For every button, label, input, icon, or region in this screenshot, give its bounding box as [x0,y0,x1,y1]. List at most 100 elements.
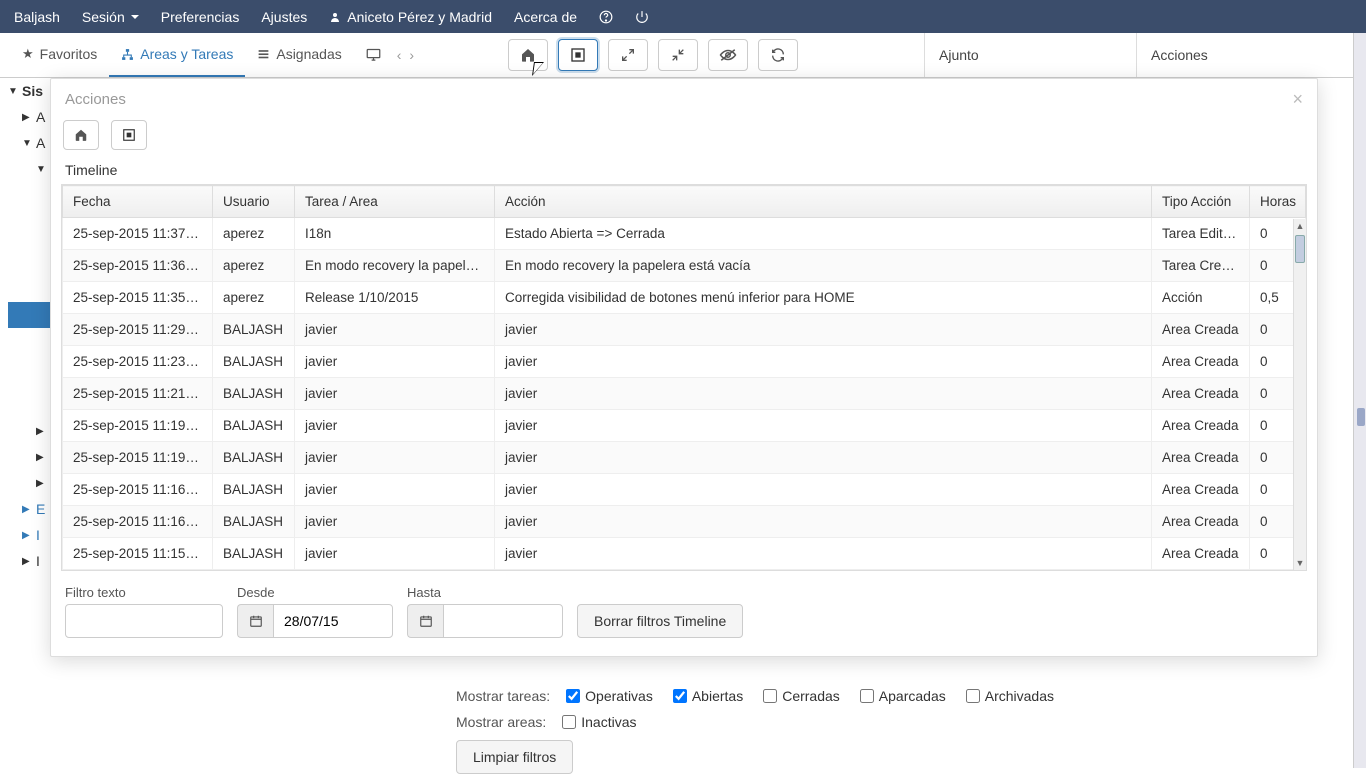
menu-about[interactable]: Acerca de [514,9,577,25]
cell-tarea: javier [295,346,495,378]
cell-fecha: 25-sep-2015 11:21:19 [63,378,213,410]
scroll-thumb[interactable] [1295,235,1305,263]
collapse-icon [670,47,686,63]
modal-title: Acciones [65,91,126,108]
power-icon[interactable] [635,10,649,24]
home-button[interactable] [508,39,548,71]
calendar-icon[interactable] [237,604,273,638]
expand-button[interactable] [608,39,648,71]
tab-areas-tareas-label: Areas y Tareas [140,46,233,62]
tree-node[interactable]: ▶A [8,104,52,130]
chk-operativas[interactable]: Operativas [566,688,653,704]
secondary-bar: ★ Favoritos Areas y Tareas Asignadas ‹ ›… [0,33,1366,78]
table-row[interactable]: 25-sep-2015 11:37:43aperezI18nEstado Abi… [63,218,1306,250]
table-row[interactable]: 25-sep-2015 11:36:49aperezEn modo recove… [63,250,1306,282]
chk-archivadas[interactable]: Archivadas [966,688,1054,704]
table-row[interactable]: 25-sep-2015 11:23:06BALJASHjavierjavierA… [63,346,1306,378]
menu-user[interactable]: Aniceto Pérez y Madrid [329,9,492,25]
table-row[interactable]: 25-sep-2015 11:16:51BALJASHjavierjavierA… [63,474,1306,506]
chk-aparcadas[interactable]: Aparcadas [860,688,946,704]
home-icon [74,128,88,142]
cell-tarea: javier [295,538,495,570]
tab-next-icon[interactable]: › [405,47,418,63]
layout-button[interactable] [558,39,598,71]
table-scrollbar[interactable]: ▲ ▼ [1293,219,1306,570]
cell-usuario: aperez [213,218,295,250]
expand-icon [620,47,636,63]
panel-adjunto-header[interactable]: Ajunto [924,33,1136,77]
cell-tipo: Area Creada [1152,442,1250,474]
tab-screen[interactable] [354,33,393,77]
modal-close-icon[interactable]: × [1292,89,1303,110]
cell-accion: Corregida visibilidad de botones menú in… [495,282,1152,314]
app-brand[interactable]: Baljash [14,9,60,25]
cell-usuario: BALJASH [213,314,295,346]
chk-abiertas[interactable]: Abiertas [673,688,743,704]
table-row[interactable]: 25-sep-2015 11:19:04BALJASHjavierjavierA… [63,442,1306,474]
th-fecha[interactable]: Fecha [63,186,213,218]
modal-home-button[interactable] [63,120,99,150]
tab-areas-tareas[interactable]: Areas y Tareas [109,33,245,77]
th-horas[interactable]: Horas [1250,186,1306,218]
window-scrollbar[interactable] [1353,33,1366,768]
help-icon[interactable] [599,10,613,24]
tree-node[interactable]: ▼ [8,156,52,182]
sitemap-icon [121,48,134,61]
table-row[interactable]: 25-sep-2015 11:15:30BALJASHjavierjavierA… [63,538,1306,570]
th-tipo[interactable]: Tipo Acción [1152,186,1250,218]
calendar-icon[interactable] [407,604,443,638]
filter-text-input[interactable] [65,604,223,638]
clear-filters-button[interactable]: Limpiar filtros [456,740,573,774]
modal-toolbar [51,116,1317,160]
chk-inactivas[interactable]: Inactivas [562,714,636,730]
main-toolbar [478,39,798,71]
star-icon: ★ [22,46,34,62]
panel-acciones-header[interactable]: Acciones [1136,33,1366,77]
th-usuario[interactable]: Usuario [213,186,295,218]
th-tarea[interactable]: Tarea / Area [295,186,495,218]
tabs: ★ Favoritos Areas y Tareas Asignadas ‹ › [10,33,418,77]
visibility-button[interactable] [708,39,748,71]
cell-usuario: BALJASH [213,378,295,410]
filter-from-input[interactable] [273,604,393,638]
tree-node[interactable]: ▶ [8,470,52,496]
tree-node-root[interactable]: ▼Sis [8,78,52,104]
table-row[interactable]: 25-sep-2015 11:29:26BALJASHjavierjavierA… [63,314,1306,346]
tree-fragment: ▼Sis ▶A ▼A ▼ ▶ ▶ ▶ ▶E ▶I ▶I [8,78,52,574]
tree-node[interactable]: ▶I [8,522,52,548]
tree-node[interactable]: ▶ [8,444,52,470]
tree-node[interactable]: ▶I [8,548,52,574]
cell-fecha: 25-sep-2015 11:36:49 [63,250,213,282]
table-row[interactable]: 25-sep-2015 11:16:24BALJASHjavierjavierA… [63,506,1306,538]
scroll-down-icon[interactable]: ▼ [1294,556,1306,570]
tree-node[interactable]: ▶E [8,496,52,522]
cell-accion: En modo recovery la papelera está vacía [495,250,1152,282]
collapse-button[interactable] [658,39,698,71]
cell-tarea: javier [295,442,495,474]
refresh-button[interactable] [758,39,798,71]
chk-cerradas[interactable]: Cerradas [763,688,840,704]
filter-to-input[interactable] [443,604,563,638]
modal-layout-button[interactable] [111,120,147,150]
menu-session[interactable]: Sesión [82,9,139,25]
tab-asignadas[interactable]: Asignadas [245,33,353,77]
cell-accion: javier [495,410,1152,442]
menu-settings[interactable]: Ajustes [261,9,307,25]
scroll-up-icon[interactable]: ▲ [1294,219,1306,233]
cell-tarea: javier [295,314,495,346]
th-accion[interactable]: Acción [495,186,1152,218]
cell-tipo: Area Creada [1152,538,1250,570]
tree-node[interactable]: ▶ [8,418,52,444]
table-row[interactable]: 25-sep-2015 11:19:08BALJASHjavierjavierA… [63,410,1306,442]
tree-node[interactable]: ▼A [8,130,52,156]
show-tasks-label: Mostrar tareas: [456,688,550,704]
clear-timeline-filters-button[interactable]: Borrar filtros Timeline [577,604,743,638]
square-dot-icon [570,47,586,63]
tab-favoritos[interactable]: ★ Favoritos [10,33,109,77]
table-row[interactable]: 25-sep-2015 11:35:49aperezRelease 1/10/2… [63,282,1306,314]
menu-preferences[interactable]: Preferencias [161,9,240,25]
table-row[interactable]: 25-sep-2015 11:21:19BALJASHjavierjavierA… [63,378,1306,410]
user-name: Aniceto Pérez y Madrid [347,9,492,25]
tab-prev-icon[interactable]: ‹ [393,47,406,63]
cell-fecha: 25-sep-2015 11:16:51 [63,474,213,506]
